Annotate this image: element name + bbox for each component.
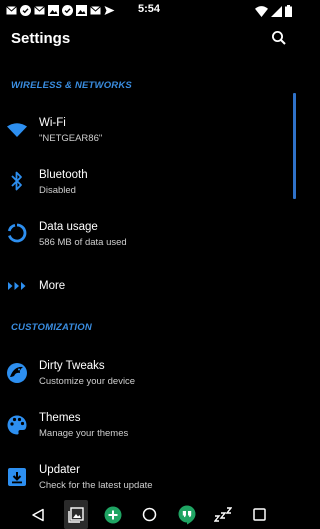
- settings-item-subtitle: 586 MB of data used: [39, 237, 127, 248]
- settings-item-subtitle: "NETGEAR86": [39, 133, 103, 144]
- settings-item-more[interactable]: More: [0, 262, 290, 310]
- section-header-customization: CUSTOMIZATION: [11, 322, 92, 333]
- settings-item-subtitle: Manage your themes: [39, 428, 129, 439]
- wifi-icon: [6, 119, 28, 141]
- dirty-tweaks-icon: [6, 362, 28, 384]
- settings-item-updater[interactable]: Updater Check for the latest update: [0, 452, 290, 504]
- settings-item-subtitle: Customize your device: [39, 376, 136, 387]
- settings-item-subtitle: Disabled: [39, 185, 76, 196]
- home-button[interactable]: [139, 504, 161, 526]
- more-icon: [6, 275, 28, 297]
- search-button[interactable]: [270, 29, 288, 47]
- search-icon: [272, 31, 286, 45]
- settings-item-data-usage[interactable]: Data usage 586 MB of data used: [0, 208, 290, 260]
- section-header-wireless: WIRELESS & NETWORKS: [11, 80, 132, 91]
- hangouts-icon: [178, 505, 196, 524]
- settings-item-title: Data usage: [39, 221, 98, 233]
- app-bar: Settings: [0, 20, 298, 58]
- settings-item-title: Wi-Fi: [39, 117, 66, 129]
- updater-icon: [6, 465, 28, 487]
- settings-item-subtitle: Check for the latest update: [39, 480, 153, 491]
- status-time: 5:54: [137, 3, 161, 15]
- add-shortcut[interactable]: [102, 504, 124, 526]
- gallery-icon: [68, 506, 84, 523]
- status-bar: 5:54: [0, 0, 298, 20]
- back-button[interactable]: [27, 504, 49, 526]
- add-icon: [104, 506, 122, 523]
- settings-item-title: Updater: [39, 464, 80, 476]
- scrollbar[interactable]: [293, 93, 296, 199]
- settings-item-title: Bluetooth: [39, 169, 88, 181]
- settings-item-title: Themes: [39, 412, 81, 424]
- gallery-shortcut[interactable]: [63, 500, 88, 529]
- recents-button[interactable]: [249, 504, 271, 526]
- home-icon: [143, 507, 157, 522]
- recents-icon: [253, 508, 266, 521]
- back-icon: [32, 508, 45, 521]
- palette-icon: [6, 414, 28, 436]
- sleep-shortcut[interactable]: [212, 504, 234, 526]
- settings-item-dirty-tweaks[interactable]: Dirty Tweaks Customize your device: [0, 348, 290, 400]
- page-title: Settings: [11, 30, 71, 47]
- navigation-bar: [0, 500, 298, 529]
- data-usage-icon: [6, 222, 28, 244]
- bluetooth-icon: [6, 170, 28, 192]
- settings-item-title: Dirty Tweaks: [39, 360, 105, 372]
- settings-item-wifi[interactable]: Wi-Fi "NETGEAR86": [0, 104, 290, 156]
- hangouts-shortcut[interactable]: [176, 504, 198, 526]
- settings-item-bluetooth[interactable]: Bluetooth Disabled: [0, 156, 290, 208]
- sleep-icon: [214, 506, 233, 522]
- settings-item-themes[interactable]: Themes Manage your themes: [0, 400, 290, 452]
- settings-item-title: More: [39, 280, 66, 292]
